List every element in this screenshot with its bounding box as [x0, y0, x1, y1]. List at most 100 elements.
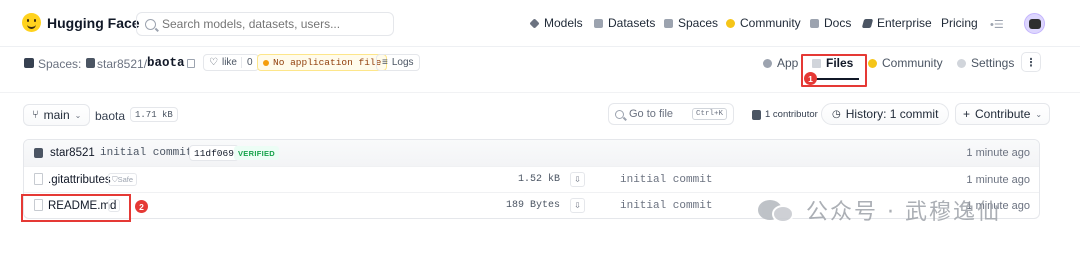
file-commit-message[interactable]: initial commit [620, 200, 712, 212]
like-label: like [221, 57, 237, 68]
nav-community-label: Community [740, 16, 801, 30]
contributor-avatar [752, 109, 761, 120]
repo-size: 1.71 kB [130, 107, 178, 122]
logs-label: Logs [391, 57, 414, 68]
status-badge: No application file [257, 54, 388, 71]
go-to-file-input[interactable]: Go to file Ctrl+K [608, 103, 734, 125]
tab-community[interactable]: Community [868, 56, 943, 70]
keyboard-shortcut: Ctrl+K [691, 108, 727, 120]
file-size: 189 Bytes [505, 200, 560, 211]
owner-name: star8521 [97, 57, 144, 71]
spaces-icon [664, 18, 673, 28]
nav-models[interactable]: Models [529, 16, 583, 30]
status-text: No application file [273, 57, 382, 68]
tab-app-label: App [777, 56, 799, 70]
gear-icon [957, 58, 966, 68]
menu-icon[interactable]: •☰ [990, 18, 1004, 31]
file-name[interactable]: .gitattributes [48, 174, 111, 186]
last-commit-row: star8521 initial commit 11df069 VERIFIED… [24, 140, 1039, 167]
enterprise-icon [861, 18, 874, 28]
datasets-icon [594, 18, 603, 28]
like-count: 0 [240, 57, 253, 68]
avatar-image [1028, 18, 1041, 29]
chevron-down-icon: ⌄ [74, 110, 82, 120]
divider [0, 92, 1080, 93]
home-logo[interactable]: Hugging Face [22, 13, 140, 32]
file-row[interactable]: .gitattributes ⛉ Safe 1.52 kB ⇩ initial c… [24, 167, 1039, 193]
contributors-label: 1 contributor [765, 109, 818, 120]
repo-name-link[interactable]: baota [147, 56, 185, 70]
branch-select[interactable]: ⑂ main ⌄ [23, 104, 91, 126]
verified-badge: VERIFIED [234, 146, 279, 160]
watermark-text: 公众号 · 武穆逸仙 [806, 200, 1001, 225]
community-icon [726, 18, 735, 28]
nav-pricing-label: Pricing [941, 16, 978, 30]
docs-icon [810, 18, 819, 28]
commit-author[interactable]: star8521 [50, 147, 95, 159]
chevron-down-icon: ⌄ [1035, 109, 1043, 119]
safe-badge: ⛉ Safe [108, 173, 138, 186]
contribute-button[interactable]: + Contribute ⌄ [955, 103, 1051, 125]
nav-pricing[interactable]: Pricing [941, 16, 978, 30]
safe-label: Safe [117, 175, 134, 184]
file-time: 1 minute ago [966, 174, 1030, 186]
download-icon[interactable]: ⇩ [570, 172, 585, 187]
user-avatar[interactable] [1024, 13, 1045, 34]
history-icon: ◷ [832, 108, 841, 120]
highlight-readme [21, 194, 131, 222]
tab-app[interactable]: App [763, 56, 798, 70]
owner-link[interactable]: star8521/ [97, 57, 147, 71]
search-input[interactable] [162, 17, 382, 31]
copy-icon[interactable] [187, 59, 195, 68]
more-options-button[interactable]: ⋮ [1021, 52, 1041, 72]
models-icon [529, 17, 540, 29]
search-icon [615, 109, 624, 119]
nav-spaces-label: Spaces [678, 16, 719, 30]
file-size: 1.52 kB [517, 174, 560, 185]
tab-settings-label: Settings [971, 56, 1015, 70]
nav-models-label: Models [544, 16, 583, 30]
annotation-badge-2: 2 [135, 200, 148, 213]
brand-name: Hugging Face [47, 14, 140, 31]
file-icon [34, 173, 43, 185]
status-dot-icon [263, 59, 269, 66]
nav-docs[interactable]: Docs [810, 16, 851, 30]
nav-datasets[interactable]: Datasets [594, 16, 655, 30]
tab-community-label: Community [882, 56, 943, 70]
history-button[interactable]: ◷ History: 1 commit [821, 103, 950, 125]
watermark: 公众号 · 武穆逸仙 [758, 194, 1001, 226]
logs-button[interactable]: ≡ Logs [376, 54, 420, 71]
space-header: Spaces: star8521/ baota ♡ like 0 No appl… [0, 48, 1080, 84]
search-icon [145, 18, 156, 30]
contributors-link[interactable]: 1 contributor [752, 109, 818, 120]
plus-icon: + [963, 107, 971, 121]
global-search[interactable] [136, 12, 394, 36]
logs-icon: ≡ [382, 57, 388, 68]
contribute-label: Contribute [975, 107, 1031, 121]
spaces-label: Spaces: [38, 57, 82, 71]
commit-sha[interactable]: 11df069 [189, 145, 239, 161]
file-commit-message[interactable]: initial commit [620, 174, 712, 186]
owner-avatar [86, 58, 95, 68]
heart-icon: ♡ [209, 57, 218, 68]
branch-icon: ⑂ [32, 109, 39, 121]
spaces-icon [24, 58, 34, 68]
app-icon [763, 58, 772, 68]
wechat-logo-icon [758, 197, 798, 223]
go-to-file-placeholder: Go to file [629, 108, 674, 120]
nav-enterprise[interactable]: Enterprise [861, 16, 932, 30]
community-icon [868, 58, 877, 68]
annotation-badge-1: 1 [804, 72, 817, 85]
nav-community[interactable]: Community [726, 16, 801, 30]
nav-datasets-label: Datasets [608, 16, 656, 30]
nav-enterprise-label: Enterprise [877, 16, 932, 30]
nav-spaces[interactable]: Spaces [664, 16, 718, 30]
nav-docs-label: Docs [824, 16, 852, 30]
tab-settings[interactable]: Settings [957, 56, 1014, 70]
like-button[interactable]: ♡ like 0 [203, 54, 259, 71]
commit-time: 1 minute ago [966, 147, 1030, 159]
author-avatar [34, 148, 43, 158]
commit-message[interactable]: initial commit [100, 147, 192, 159]
branch-label: main [43, 108, 70, 122]
download-icon[interactable]: ⇩ [570, 198, 585, 213]
